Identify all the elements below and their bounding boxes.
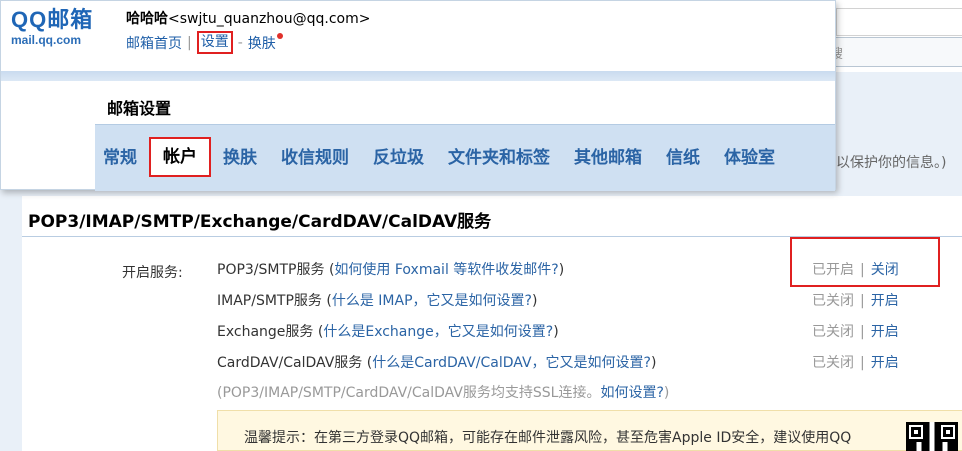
service-row-exchange: Exchange服务 (什么是Exchange，它又是如何设置?) xyxy=(217,321,559,341)
paren-close: ) xyxy=(553,324,559,340)
header-nav: 邮箱首页 | 设置 - 换肤 xyxy=(126,31,283,54)
enable-carddav-button[interactable]: 开启 xyxy=(871,355,899,371)
settings-title: 邮箱设置 xyxy=(107,99,172,118)
tab-other-mailboxes[interactable]: 其他邮箱 xyxy=(574,146,642,170)
tab-general[interactable]: 常规 xyxy=(103,146,137,170)
qr-code-icon xyxy=(906,422,958,451)
qqmail-logo[interactable]: QQ邮箱 mail.qq.com xyxy=(11,7,103,53)
tab-folders-labels[interactable]: 文件夹和标签 xyxy=(448,146,550,170)
service-row-pop3: POP3/SMTP服务 (如何使用 Foxmail 等软件收发邮件?) xyxy=(217,259,564,279)
status-separator: | xyxy=(860,355,865,371)
background-top-input[interactable] xyxy=(836,8,962,36)
change-skin-link[interactable]: 换肤 xyxy=(248,33,276,53)
status-text: 已关闭 xyxy=(812,355,854,371)
status-text: 已关闭 xyxy=(812,293,854,309)
user-email: <swjtu_quanzhou@qq.com> xyxy=(168,11,371,27)
logo-main-text: QQ邮箱 xyxy=(11,7,94,32)
service-status-exchange: 已关闭 | 开启 xyxy=(812,321,899,341)
tab-skin[interactable]: 换肤 xyxy=(223,146,257,170)
notification-dot-icon xyxy=(276,32,283,39)
service-name: Exchange服务 xyxy=(217,324,314,340)
header-popup: QQ邮箱 mail.qq.com 哈哈哈<swjtu_quanzhou@qq.c… xyxy=(0,0,836,191)
service-help-link[interactable]: 什么是 IMAP，它又是如何设置? xyxy=(332,293,532,309)
mailbox-home-link[interactable]: 邮箱首页 xyxy=(126,33,182,53)
tab-account[interactable]: 帐户 xyxy=(149,137,211,177)
service-name: IMAP/SMTP服务 xyxy=(217,293,322,309)
status-separator: | xyxy=(860,324,865,340)
settings-link[interactable]: 设置 xyxy=(196,31,233,54)
enable-services-label: 开启服务: xyxy=(122,265,183,281)
tab-receive-rules[interactable]: 收信规则 xyxy=(281,146,349,170)
nav-separator: - xyxy=(237,34,243,51)
user-info: 哈哈哈<swjtu_quanzhou@qq.com> xyxy=(126,8,370,28)
status-text: 已关闭 xyxy=(812,324,854,340)
service-help-link[interactable]: 如何使用 Foxmail 等软件收发邮件? xyxy=(334,262,558,278)
header-divider xyxy=(1,71,835,81)
paren-close: ) xyxy=(558,262,565,278)
service-status-carddav: 已关闭 | 开启 xyxy=(812,352,899,372)
ssl-note: (POP3/IMAP/SMTP/CardDAV/CalDAV服务均支持SSL连接… xyxy=(217,382,669,402)
paren-close: ) xyxy=(531,293,538,309)
tab-anti-spam[interactable]: 反垃圾 xyxy=(373,146,424,170)
service-name: POP3/SMTP服务 xyxy=(217,262,325,278)
service-help-link[interactable]: 什么是Exchange，它又是如何设置? xyxy=(323,324,553,340)
ssl-setup-link[interactable]: 如何设置? xyxy=(600,385,663,401)
warning-tip-text: 温馨提示：在第三方登录QQ邮箱，可能存在邮件泄露风险，甚至危害Apple ID安… xyxy=(244,430,852,446)
service-status-imap: 已关闭 | 开启 xyxy=(812,290,899,310)
enable-exchange-button[interactable]: 开启 xyxy=(871,324,899,340)
service-row-imap: IMAP/SMTP服务 (什么是 IMAP，它又是如何设置?) xyxy=(217,290,537,310)
paren-open: ( xyxy=(324,262,335,278)
ssl-note-text: (POP3/IMAP/SMTP/CardDAV/CalDAV服务均支持SSL连接… xyxy=(217,385,601,401)
status-separator: | xyxy=(860,293,865,309)
background-side-text: 以保护你的信息。) xyxy=(836,155,947,171)
paren-open: ( xyxy=(321,293,332,309)
user-name: 哈哈哈 xyxy=(126,11,168,27)
enable-imap-button[interactable]: 开启 xyxy=(871,293,899,309)
service-row-carddav: CardDAV/CalDAV服务 (什么是CardDAV/CalDAV，它又是如… xyxy=(217,352,656,372)
ssl-note-close: ) xyxy=(663,385,670,401)
tab-stationery[interactable]: 信纸 xyxy=(666,146,700,170)
service-help-link[interactable]: 什么是CardDAV/CalDAV，它又是如何设置? xyxy=(372,355,651,371)
service-name: CardDAV/CalDAV服务 xyxy=(217,355,363,371)
settings-tabs: 常规 帐户 换肤 收信规则 反垃圾 文件夹和标签 其他邮箱 信纸 体验室 xyxy=(95,124,835,191)
tab-lab[interactable]: 体验室 xyxy=(724,146,775,170)
settings-panel: 邮箱设置 常规 帐户 换肤 收信规则 反垃圾 文件夹和标签 其他邮箱 信纸 体验… xyxy=(95,81,835,191)
paren-open: ( xyxy=(362,355,373,371)
section-title: POP3/IMAP/SMTP/Exchange/CardDAV/CalDAV服务 xyxy=(28,212,492,232)
warning-tip: 温馨提示：在第三方登录QQ邮箱，可能存在邮件泄露风险，甚至危害Apple ID安… xyxy=(217,410,962,451)
nav-separator: | xyxy=(187,34,192,51)
highlight-box xyxy=(790,237,940,287)
logo-sub-text: mail.qq.com xyxy=(11,33,82,47)
paren-close: ) xyxy=(650,355,657,371)
paren-open: ( xyxy=(313,324,324,340)
